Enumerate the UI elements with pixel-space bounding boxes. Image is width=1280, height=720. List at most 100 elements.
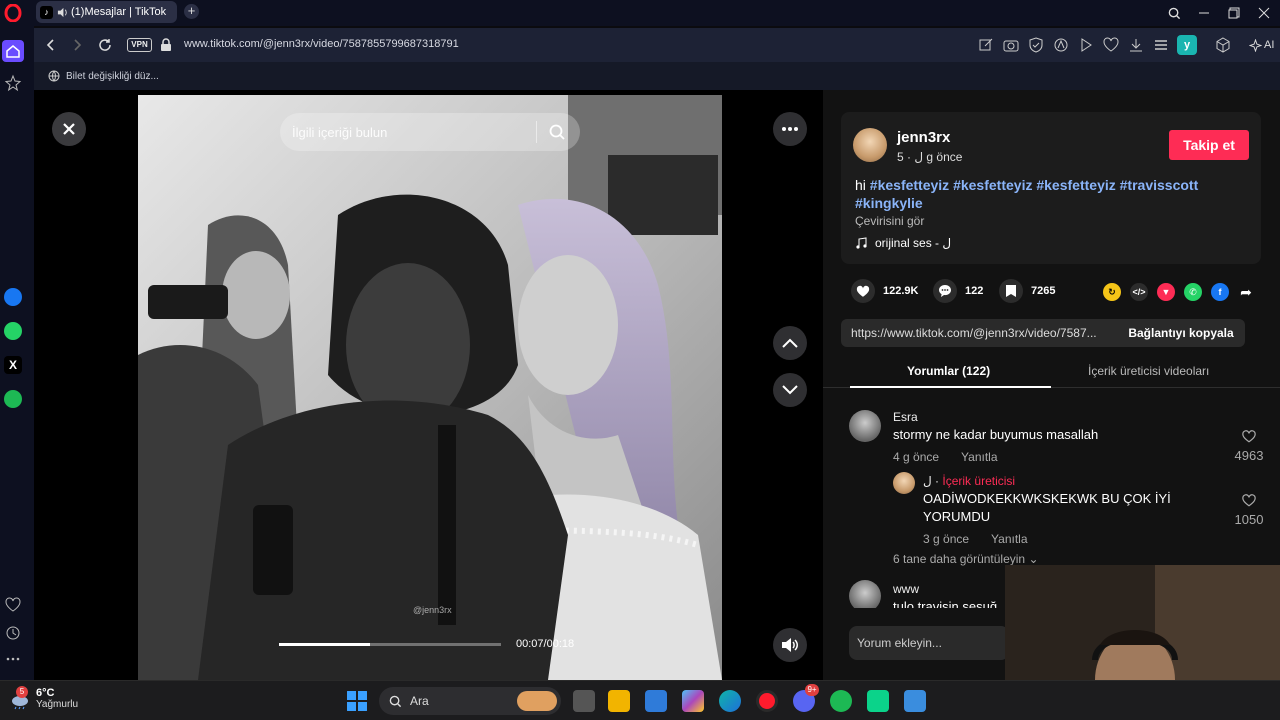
translate-icon[interactable] bbox=[1053, 37, 1069, 53]
commenter-name[interactable]: Esra bbox=[893, 410, 918, 424]
embed-icon[interactable]: </> bbox=[1130, 283, 1148, 301]
related-search-input[interactable] bbox=[292, 113, 532, 151]
like-button[interactable]: 122.9K bbox=[851, 279, 918, 303]
play-icon[interactable] bbox=[1078, 37, 1094, 53]
close-window-icon[interactable] bbox=[1254, 3, 1274, 23]
hashtag-link[interactable]: #kesfetteyiz bbox=[870, 177, 949, 193]
tab-comments[interactable]: Yorumlar (122) bbox=[907, 364, 990, 378]
download-icon[interactable] bbox=[1128, 37, 1144, 53]
video-progress-fill bbox=[279, 643, 371, 646]
video-player[interactable]: @jenn3rx 00:07/00:18 bbox=[138, 95, 722, 680]
heart-icon[interactable] bbox=[1103, 37, 1119, 53]
commenter-name[interactable]: www bbox=[893, 582, 919, 596]
shield-icon[interactable] bbox=[1028, 37, 1044, 53]
browser-tab-tiktok[interactable]: ♪ (1)Mesajlar | TikTok bbox=[36, 1, 177, 23]
opera-logo-icon[interactable] bbox=[4, 4, 22, 22]
reply-button[interactable]: Yanıtla bbox=[991, 532, 1027, 546]
lock-icon[interactable] bbox=[160, 38, 172, 52]
back-icon[interactable] bbox=[42, 36, 60, 54]
related-search-box[interactable] bbox=[280, 113, 580, 151]
save-button[interactable]: 7265 bbox=[999, 279, 1055, 303]
reload-icon[interactable] bbox=[96, 36, 114, 54]
add-comment-box[interactable] bbox=[849, 626, 1009, 660]
bookmark-bar: Bilet değişikliği düz... bbox=[34, 62, 1280, 90]
messenger-icon[interactable] bbox=[4, 288, 22, 306]
sound-link[interactable]: orijinal ses - ل bbox=[855, 236, 951, 250]
tab-search-icon[interactable] bbox=[1164, 3, 1184, 23]
edit-icon[interactable] bbox=[978, 37, 994, 53]
photos-icon[interactable] bbox=[904, 690, 926, 712]
creator-avatar[interactable] bbox=[893, 472, 915, 494]
whatsapp-icon[interactable] bbox=[4, 322, 22, 340]
previous-video-button[interactable] bbox=[773, 326, 807, 360]
file-explorer-icon[interactable] bbox=[608, 690, 630, 712]
task-view-icon[interactable] bbox=[573, 690, 595, 712]
reply-like-icon[interactable] bbox=[1242, 494, 1256, 507]
opera-taskbar-icon[interactable] bbox=[756, 690, 778, 712]
add-comment-input[interactable] bbox=[849, 626, 1009, 660]
copy-link-button[interactable]: Bağlantıyı kopyala bbox=[1117, 319, 1245, 347]
close-video-button[interactable] bbox=[52, 112, 86, 146]
history-icon[interactable] bbox=[4, 624, 22, 642]
volume-button[interactable] bbox=[773, 628, 807, 662]
author-username[interactable]: jenn3rx bbox=[897, 129, 950, 146]
home-icon[interactable] bbox=[2, 40, 24, 62]
reply-button[interactable]: Yanıtla bbox=[961, 450, 997, 464]
aria-ai-button[interactable]: AI bbox=[1249, 34, 1280, 56]
speaker-icon[interactable] bbox=[57, 7, 68, 18]
app-icon[interactable] bbox=[867, 690, 889, 712]
author-avatar[interactable] bbox=[853, 128, 887, 162]
cube-icon[interactable] bbox=[1215, 37, 1231, 53]
whatsapp-share-icon[interactable]: ✆ bbox=[1184, 283, 1202, 301]
tab-creator-videos[interactable]: İçerik üreticisi videoları bbox=[1088, 364, 1209, 378]
search-icon[interactable] bbox=[548, 123, 566, 141]
x-twitter-icon[interactable]: X bbox=[4, 356, 22, 374]
repost-icon[interactable]: ↻ bbox=[1103, 283, 1121, 301]
spotify-taskbar-icon[interactable] bbox=[830, 690, 852, 712]
see-translation-link[interactable]: Çevirisini gör bbox=[855, 214, 924, 228]
bookmark-item[interactable]: Bilet değişikliği düz... bbox=[48, 70, 159, 82]
discord-icon[interactable]: 9+ bbox=[793, 684, 819, 712]
new-tab-button[interactable]: + bbox=[184, 4, 199, 19]
hashtag-link[interactable]: #kingkylie bbox=[855, 195, 923, 211]
forward-icon[interactable] bbox=[68, 36, 86, 54]
save-count: 7265 bbox=[1031, 285, 1056, 297]
reply-meta: 3 g önce Yanıtla bbox=[923, 532, 1028, 546]
maximize-icon[interactable] bbox=[1224, 3, 1244, 23]
vpn-badge[interactable]: VPN bbox=[127, 38, 152, 52]
taskbar-search[interactable]: Ara bbox=[379, 687, 561, 715]
star-icon[interactable] bbox=[4, 74, 22, 92]
store-icon[interactable] bbox=[645, 690, 667, 712]
y-extension-button[interactable]: y bbox=[1177, 35, 1197, 55]
facebook-share-icon[interactable]: f bbox=[1211, 283, 1229, 301]
copilot-icon[interactable] bbox=[682, 690, 704, 712]
view-more-replies[interactable]: 6 tane daha görüntüleyin ⌄ bbox=[893, 552, 1039, 566]
commenter-avatar[interactable] bbox=[849, 580, 881, 608]
minimize-icon[interactable] bbox=[1194, 3, 1214, 23]
follow-button[interactable]: Takip et bbox=[1169, 130, 1249, 160]
video-link[interactable]: https://www.tiktok.com/@jenn3rx/video/75… bbox=[851, 326, 1111, 340]
menu-icon[interactable] bbox=[1153, 37, 1169, 53]
hashtag-link[interactable]: #kesfetteyiz bbox=[953, 177, 1032, 193]
weather-widget[interactable]: 5 6°C Yağmurlu bbox=[8, 685, 78, 710]
video-progress-bar[interactable] bbox=[279, 643, 501, 646]
comment-button[interactable]: 122 bbox=[933, 279, 983, 303]
hashtag-link[interactable]: #kesfetteyiz bbox=[1036, 177, 1115, 193]
heart-icon bbox=[856, 285, 870, 297]
comment-like-icon[interactable] bbox=[1242, 430, 1256, 443]
edge-icon[interactable] bbox=[719, 690, 741, 712]
commenter-avatar[interactable] bbox=[849, 410, 881, 442]
hashtag-link[interactable]: #travisscott bbox=[1120, 177, 1199, 193]
taskbar-search-label: Ara bbox=[410, 694, 429, 708]
reply-author-name[interactable]: ل bbox=[923, 474, 932, 488]
url-field[interactable]: www.tiktok.com/@jenn3rx/video/7587855799… bbox=[184, 38, 459, 50]
spotify-icon[interactable] bbox=[4, 390, 22, 408]
send-icon[interactable]: ▼ bbox=[1157, 283, 1175, 301]
camera-icon[interactable] bbox=[1003, 37, 1019, 53]
more-options-button[interactable] bbox=[773, 112, 807, 146]
next-video-button[interactable] bbox=[773, 373, 807, 407]
windows-start-icon[interactable] bbox=[346, 690, 368, 712]
more-icon[interactable] bbox=[4, 650, 22, 668]
share-arrow-icon[interactable]: ➦ bbox=[1237, 283, 1255, 301]
heart-outline-icon[interactable] bbox=[4, 596, 22, 614]
